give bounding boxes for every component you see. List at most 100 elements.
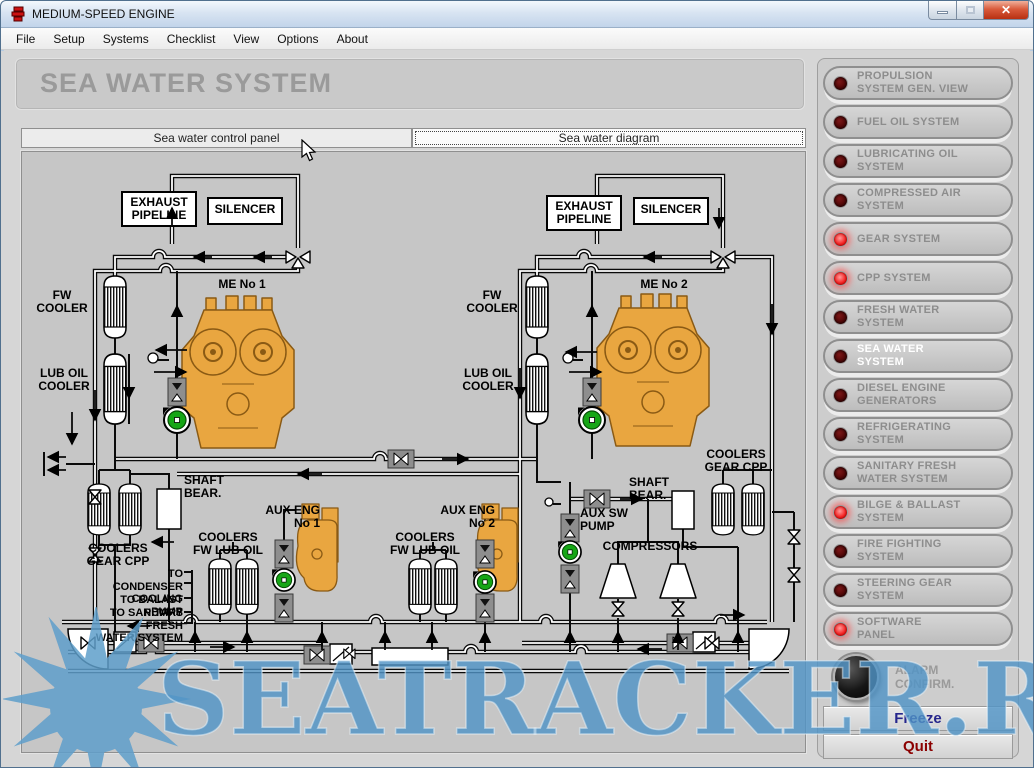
menu-bar: File Setup Systems Checklist View Option… xyxy=(1,28,1033,50)
menu-file[interactable]: File xyxy=(7,29,44,49)
minimize-icon xyxy=(937,11,948,14)
window-title: MEDIUM-SPEED ENGINE xyxy=(32,7,928,21)
menu-checklist[interactable]: Checklist xyxy=(158,29,225,49)
three-way-valve-2[interactable] xyxy=(711,251,735,268)
label-to-sanitary: TO SANITARY FRESH WATER SYSTEM xyxy=(80,607,183,645)
label-compressors: COMPRESSORS xyxy=(588,540,712,553)
label-fw-cooler-2: FW COOLER xyxy=(462,289,522,315)
main-engine-2 xyxy=(597,294,709,446)
label-coolers-gear-cpp-1: COOLERS GEAR CPP xyxy=(78,542,158,568)
label-exhaust-pipeline-1: EXHAUST PIPELINE xyxy=(122,196,196,222)
sidebar-item-compressed-air[interactable]: COMPRESSED AIR SYSTEM xyxy=(823,183,1013,217)
fw-cooler-2 xyxy=(526,276,548,338)
menu-about[interactable]: About xyxy=(328,29,377,49)
sidebar-item-fire-fighting[interactable]: FIRE FIGHTING SYSTEM xyxy=(823,534,1013,568)
page-title: SEA WATER SYSTEM xyxy=(40,68,804,99)
label-lub-oil-cooler-1: LUB OIL COOLER xyxy=(30,367,98,393)
label-lub-oil-cooler-2: LUB OIL COOLER xyxy=(454,367,522,393)
sea-chest-right xyxy=(749,629,789,669)
aux-eng2-pump[interactable] xyxy=(473,571,496,593)
sidebar-item-software-panel[interactable]: SOFTWARE PANEL xyxy=(823,612,1013,646)
label-aux-eng-2: AUX ENG No 2 xyxy=(407,504,495,530)
led-indicator xyxy=(833,310,848,325)
menu-view[interactable]: View xyxy=(224,29,268,49)
label-me1: ME No 1 xyxy=(202,278,282,291)
client-area: SEA WATER SYSTEM Sea water control panel… xyxy=(1,51,1033,767)
system-sidebar: PROPULSION SYSTEM GEN. VIEW FUEL OIL SYS… xyxy=(817,58,1019,758)
sea-water-diagram xyxy=(22,152,807,754)
label-aux-eng-1: AUX ENG No 1 xyxy=(232,504,320,530)
sidebar-item-lubricating-oil[interactable]: LUBRICATING OIL SYSTEM xyxy=(823,144,1013,178)
me1-sw-pump[interactable] xyxy=(163,407,190,433)
freeze-button[interactable]: Freeze xyxy=(823,706,1013,731)
label-coolers-gear-cpp-2: COOLERS GEAR CPP xyxy=(696,448,776,474)
sidebar-item-fresh-water[interactable]: FRESH WATER SYSTEM xyxy=(823,300,1013,334)
menu-options[interactable]: Options xyxy=(268,29,327,49)
close-button[interactable]: ✕ xyxy=(984,1,1029,20)
label-shaft-bear-1: SHAFT BEAR. xyxy=(184,474,244,500)
compressor-1 xyxy=(600,564,636,598)
aux-sw-pump[interactable] xyxy=(558,541,581,563)
maximize-icon xyxy=(966,6,975,14)
header-panel: SEA WATER SYSTEM xyxy=(15,58,805,110)
sidebar-item-refrigerating[interactable]: REFRIGERATING SYSTEM xyxy=(823,417,1013,451)
label-silencer-2: SILENCER xyxy=(634,203,708,216)
led-indicator xyxy=(833,115,848,130)
alarm-confirm-button[interactable] xyxy=(833,654,879,700)
label-coolers-fw-lub-oil-1: COOLERS FW LUB OIL xyxy=(188,531,268,557)
label-shaft-bear-2: SHAFT BEAR. xyxy=(629,476,689,502)
alarm-confirm-label: ALARM CONFIRM. xyxy=(895,663,954,691)
label-me2: ME No 2 xyxy=(624,278,704,291)
label-silencer-1: SILENCER xyxy=(208,203,282,216)
shaft-bearing-1 xyxy=(157,489,181,529)
close-icon: ✕ xyxy=(1001,3,1011,17)
sea-water-diagram-panel: EXHAUST PIPELINE SILENCER EXHAUST PIPELI… xyxy=(21,151,806,753)
label-aux-sw-pump: AUX SW PUMP xyxy=(580,507,650,533)
me2-sw-valve[interactable] xyxy=(583,378,601,406)
led-indicator xyxy=(833,544,848,559)
title-bar: MEDIUM-SPEED ENGINE ✕ xyxy=(1,1,1033,28)
maximize-button[interactable] xyxy=(957,1,984,20)
main-engine-1 xyxy=(182,296,294,448)
tab-sea-water-control-panel[interactable]: Sea water control panel xyxy=(21,128,412,148)
lub-oil-cooler-1 xyxy=(104,354,126,424)
tab-sea-water-diagram[interactable]: Sea water diagram xyxy=(412,128,806,148)
led-indicator xyxy=(833,622,848,637)
sea-water-crossover xyxy=(372,648,448,665)
led-indicator xyxy=(833,271,848,286)
label-coolers-fw-lub-oil-2: COOLERS FW LUB OIL xyxy=(385,531,465,557)
sidebar-item-sanitary-fresh-water[interactable]: SANITARY FRESH WATER SYSTEM xyxy=(823,456,1013,490)
sidebar-item-fuel-oil[interactable]: FUEL OIL SYSTEM xyxy=(823,105,1013,139)
led-indicator xyxy=(833,76,848,91)
label-fw-cooler-1: FW COOLER xyxy=(32,289,92,315)
fw-cooler-1 xyxy=(104,276,126,338)
sidebar-item-diesel-generators[interactable]: DIESEL ENGINE GENERATORS xyxy=(823,378,1013,412)
sidebar-item-propulsion[interactable]: PROPULSION SYSTEM GEN. VIEW xyxy=(823,66,1013,100)
app-window: MEDIUM-SPEED ENGINE ✕ File Setup Systems… xyxy=(0,0,1034,768)
lub-oil-cooler-2 xyxy=(526,354,548,424)
sidebar-item-gear[interactable]: GEAR SYSTEM xyxy=(823,222,1013,256)
me1-sw-valve[interactable] xyxy=(168,378,186,406)
app-icon xyxy=(10,6,26,22)
led-indicator xyxy=(833,505,848,520)
menu-setup[interactable]: Setup xyxy=(44,29,93,49)
led-indicator xyxy=(833,154,848,169)
quit-button[interactable]: Quit xyxy=(823,734,1013,759)
led-indicator xyxy=(833,466,848,481)
menu-systems[interactable]: Systems xyxy=(94,29,158,49)
sidebar-item-cpp[interactable]: CPP SYSTEM xyxy=(823,261,1013,295)
me2-sw-pump[interactable] xyxy=(578,407,605,433)
aux-eng1-pump[interactable] xyxy=(272,569,295,591)
led-indicator xyxy=(833,427,848,442)
sidebar-item-sea-water[interactable]: SEA WATER SYSTEM xyxy=(823,339,1013,373)
sidebar-item-bilge-ballast[interactable]: BILGE & BALLAST SYSTEM xyxy=(823,495,1013,529)
led-indicator xyxy=(833,349,848,364)
three-way-valve-1[interactable] xyxy=(286,251,310,268)
sidebar-item-steering-gear[interactable]: STEERING GEAR SYSTEM xyxy=(823,573,1013,607)
compressor-2 xyxy=(660,564,696,598)
led-indicator xyxy=(833,232,848,247)
led-indicator xyxy=(833,193,848,208)
led-indicator xyxy=(833,388,848,403)
led-indicator xyxy=(833,583,848,598)
minimize-button[interactable] xyxy=(928,1,957,20)
